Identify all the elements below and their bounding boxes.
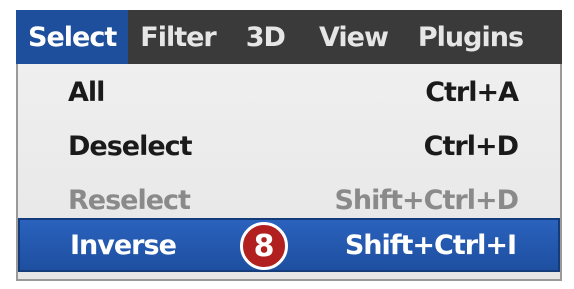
menu-select[interactable]: Select: [16, 10, 129, 64]
step-number-badge: 8: [240, 222, 288, 270]
menu-item-shortcut: Ctrl+D: [423, 130, 519, 162]
menu-item-label: Reselect: [68, 184, 191, 216]
menu-item-shortcut: Shift+Ctrl+D: [334, 184, 519, 216]
menu-bar: Select Filter 3D View Plugins: [16, 10, 562, 64]
screenshot-frame: Select Filter 3D View Plugins All Ctrl+A…: [0, 0, 574, 289]
menu-item-inverse[interactable]: Inverse 8 Shift+Ctrl+I: [18, 218, 560, 272]
menu-item-deselect[interactable]: Deselect Ctrl+D: [18, 120, 560, 172]
menu-item-label: All: [68, 76, 105, 108]
select-dropdown-menu: All Ctrl+A Deselect Ctrl+D Reselect Shif…: [16, 64, 562, 281]
menu-item-shortcut: Shift+Ctrl+I: [344, 229, 517, 261]
menu-item-shortcut: Ctrl+A: [425, 76, 519, 108]
menu-filter[interactable]: Filter: [140, 10, 216, 64]
menu-item-all[interactable]: All Ctrl+A: [18, 66, 560, 118]
menu-item-label: Deselect: [68, 130, 193, 162]
menu-view[interactable]: View: [319, 10, 389, 64]
menu-plugins[interactable]: Plugins: [418, 10, 524, 64]
menu-item-label: Inverse: [70, 229, 177, 261]
menu-3d[interactable]: 3D: [246, 10, 286, 64]
